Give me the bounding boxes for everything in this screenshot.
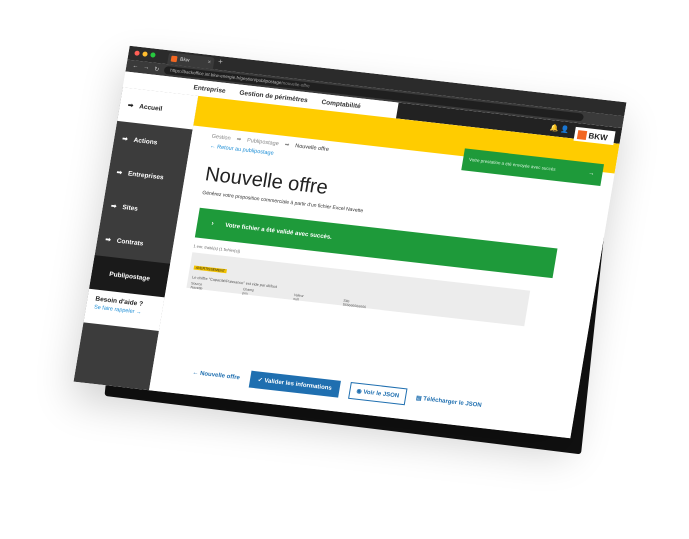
warning-col: Champ prix [242, 287, 255, 296]
window-controls [134, 50, 156, 58]
warning-badge: AVERTISSEMENT [193, 265, 228, 274]
validate-button[interactable]: ✓ Valider les informations [248, 370, 342, 398]
notification-icon[interactable]: 🔔 [549, 125, 559, 133]
new-tab-icon[interactable]: + [217, 57, 223, 66]
close-tab-icon[interactable]: × [206, 57, 211, 69]
mockup-stage: Bkw × + ← → ↻ https://backoffice.int.bkw… [0, 0, 689, 539]
new-offer-label: Nouvelle offre [199, 370, 241, 381]
validate-label: Valider les informations [263, 378, 333, 392]
sidebar-item-label: Publipostage [108, 270, 151, 283]
main-content: 🔔 👤 BKW Votre prestation a été envoyée a… [149, 95, 620, 439]
sidebar-item-label: Entreprises [127, 169, 165, 181]
eye-icon: ◉ [355, 388, 363, 396]
sidebar-item-label: Sites [121, 203, 139, 213]
arrow-right-icon: ➡ [284, 142, 290, 149]
download-json-label: Télécharger le JSON [422, 396, 482, 409]
nav-entreprise[interactable]: Entreprise [193, 84, 226, 95]
app-body: ➡ Accueil ➡ Actions ➡ Entreprises ➡ Site… [73, 87, 620, 439]
toast-text: Votre prestation a été envoyée avec succ… [468, 156, 557, 172]
warning-columns: Source Navette Champ prix Valeur null Site 5… [190, 281, 521, 326]
breadcrumb-item[interactable]: Gestion [211, 134, 231, 142]
file-icon: ▤ [415, 395, 422, 403]
breadcrumb-item[interactable]: Publipostage [247, 138, 280, 148]
arrow-right-icon: ➡ [116, 169, 123, 177]
favicon-icon [170, 55, 178, 63]
arrow-right-icon: ➡ [236, 136, 242, 143]
sidebar-item-label: Contrats [116, 237, 144, 248]
url-tail: /nouvelle-offre [281, 80, 311, 89]
forward-arrow-icon[interactable]: → [143, 65, 150, 72]
breadcrumb-current: Nouvelle offre [294, 143, 330, 153]
tab-title: Bkw [179, 56, 190, 64]
logo-mark-icon [576, 129, 588, 140]
arrow-right-icon: ➡ [127, 102, 134, 110]
warning-col: Source Navette [190, 281, 203, 290]
col-value: Navette [190, 285, 203, 291]
warning-line: Le chiffre "Capacité/Puissance" est vide… [191, 275, 278, 289]
browser-window: Bkw × + ← → ↻ https://backoffice.int.bkw… [73, 45, 627, 439]
warning-col: Valeur null [293, 293, 304, 302]
close-dot[interactable] [134, 50, 140, 56]
arrow-right-icon: → [135, 309, 142, 316]
back-link-label: Retour au publipostage [216, 144, 275, 157]
info-icon: › [210, 220, 215, 228]
download-json-link[interactable]: ▤ Télécharger le JSON [415, 395, 482, 409]
reload-icon[interactable]: ↻ [154, 65, 160, 72]
help-box: Besoin d'aide ? Se faire rappeler → [83, 288, 165, 331]
user-icon[interactable]: 👤 [560, 126, 570, 134]
success-text: Votre fichier a été validé avec succès. [224, 222, 333, 241]
view-json-label: Voir le JSON [362, 389, 400, 400]
warning-col: Site 566666666666 [342, 299, 367, 310]
nav-comptabilite[interactable]: Comptabilité [321, 98, 361, 109]
logo-text: BKW [587, 130, 609, 142]
back-arrow-icon[interactable]: ← [132, 63, 139, 70]
view-json-button[interactable]: ◉ Voir le JSON [348, 382, 408, 406]
minimize-dot[interactable] [142, 51, 148, 57]
arrow-right-icon: ➡ [110, 202, 117, 211]
new-offer-link[interactable]: ← Nouvelle offre [192, 370, 240, 381]
sidebar-item-label: Accueil [138, 102, 163, 113]
sidebar-item-label: Actions [133, 136, 158, 147]
arrow-right-icon: ➡ [104, 236, 112, 244]
arrow-right-icon: → [587, 170, 595, 178]
maximize-dot[interactable] [150, 52, 156, 58]
arrow-right-icon: ➡ [121, 135, 129, 144]
